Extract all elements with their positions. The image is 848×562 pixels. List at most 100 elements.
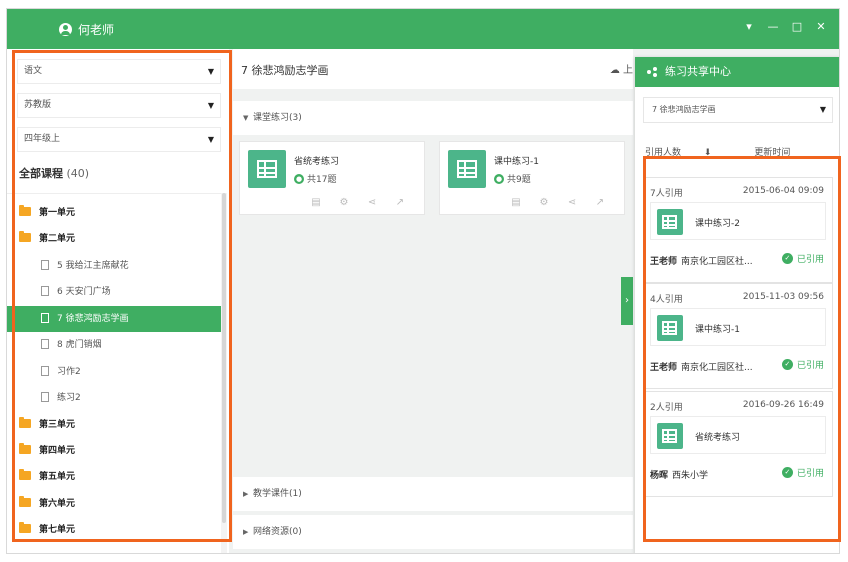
tree-unit[interactable]: 第五单元 <box>7 464 221 490</box>
tree-unit[interactable]: 第一单元 <box>7 200 221 226</box>
table-icon <box>662 215 677 229</box>
cited-status[interactable]: ✓ 已引用 <box>781 358 824 371</box>
tree-unit[interactable]: 第七单元 <box>7 517 221 543</box>
all-courses-header[interactable]: 全部课程 (40) <box>19 165 89 181</box>
exercise-card[interactable]: 省统考练习 ● 共17题 ▤ ⚙ ⋖ ↗ <box>239 141 425 215</box>
cited-status[interactable]: ✓ 已引用 <box>781 252 824 265</box>
publisher-select[interactable]: 苏教版 ▼ <box>17 93 221 118</box>
tree-lesson[interactable]: 6 天安门广场 <box>7 279 221 305</box>
document-icon <box>41 312 49 323</box>
tree-lesson-selected[interactable]: 7 徐悲鸿励志学画 <box>7 306 221 332</box>
sort-down-icon: ⬇ <box>703 148 712 158</box>
tree-lesson[interactable]: 8 虎门销烟 <box>7 332 221 358</box>
tree-item-label: 6 天安门广场 <box>57 287 111 297</box>
sort-bar: 引用人数 ⬇ 更新时间 <box>645 145 810 158</box>
section-courseware[interactable]: ▶ 教学课件(1) <box>233 477 633 511</box>
collapse-panel-tab[interactable]: › <box>621 277 633 325</box>
check-circle-icon: ✓ <box>781 359 793 370</box>
tree-lesson[interactable]: 5 我给江主席献花 <box>7 253 221 279</box>
document-icon <box>41 259 49 270</box>
page-title: 7 徐悲鸿励志学画 <box>241 64 329 77</box>
all-courses-label: 全部课程 <box>19 167 63 180</box>
export-icon[interactable]: ↗ <box>586 197 614 208</box>
check-circle-icon: ✓ <box>781 253 793 264</box>
lesson-header: 7 徐悲鸿励志学画 ☁ 上 <box>233 49 633 89</box>
cited-status-label: 已引用 <box>796 255 824 265</box>
shared-exercise-card[interactable]: 2人引用 2016-09-26 16:49 省统考练习 杨晖 西朱小学 ✓ 已引用 <box>643 391 833 497</box>
dropdown-menu-button[interactable]: ▾ <box>737 17 761 37</box>
maximize-button[interactable]: □ <box>785 17 809 37</box>
shared-exercise-item[interactable]: 省统考练习 <box>650 416 826 454</box>
subject-select[interactable]: 语文 ▼ <box>17 59 221 84</box>
card-actions: ▤ ⚙ ⋖ ↗ <box>502 197 614 208</box>
question-count-icon: ● <box>294 173 304 184</box>
scrollbar-thumb[interactable] <box>222 193 226 523</box>
tree-item-label: 7 徐悲鸿励志学画 <box>57 314 129 324</box>
settings-icon[interactable]: ⚙ <box>530 197 558 208</box>
cited-status[interactable]: ✓ 已引用 <box>781 466 824 479</box>
tree-item-label: 第五单元 <box>39 472 76 482</box>
tree-lesson[interactable]: 练习2 <box>7 385 221 411</box>
folder-icon <box>19 522 31 533</box>
shared-exercise-item[interactable]: 课中练习-1 <box>650 308 826 346</box>
export-icon[interactable]: ↗ <box>386 197 414 208</box>
section-classroom-exercises[interactable]: ▼ 课堂练习(3) <box>233 101 633 135</box>
document-icon <box>41 338 49 349</box>
document-icon <box>41 365 49 376</box>
tree-unit[interactable]: 第四单元 <box>7 438 221 464</box>
grade-select[interactable]: 四年级上 ▼ <box>17 127 221 152</box>
document-icon <box>41 285 49 296</box>
caret-down-icon: ▼ <box>207 101 214 110</box>
share-center-header: 练习共享中心 <box>635 57 839 87</box>
share-center-panel: 练习共享中心 7 徐悲鸿励志学画 ▼ 引用人数 ⬇ 更新时间 7人引用 2015… <box>635 57 839 553</box>
shared-exercise-item[interactable]: 课中练习-2 <box>650 202 826 240</box>
tree-item-label: 第二单元 <box>39 234 76 244</box>
user-menu[interactable]: 何老师 <box>59 21 114 38</box>
tree-scrollbar[interactable] <box>221 193 227 553</box>
update-time: 2015-06-04 09:09 <box>742 186 824 196</box>
lesson-filter-select[interactable]: 7 徐悲鸿励志学画 ▼ <box>643 97 833 123</box>
preview-icon[interactable]: ▤ <box>502 197 530 208</box>
upload-label: 上 <box>623 65 633 76</box>
sort-by-cites[interactable]: 引用人数 ⬇ <box>645 148 731 158</box>
folder-icon <box>19 417 31 428</box>
table-icon <box>662 321 677 335</box>
table-icon <box>257 160 277 178</box>
user-name: 何老师 <box>78 23 115 37</box>
school-name: 南京化工园区社... <box>681 363 753 373</box>
document-icon <box>41 391 49 402</box>
teacher-info: 王老师 南京化工园区社... <box>650 360 753 373</box>
share-icon[interactable]: ⋖ <box>558 197 586 208</box>
sort-by-time[interactable]: 更新时间 <box>754 148 790 158</box>
close-button[interactable]: ✕ <box>809 17 833 37</box>
chevron-right-icon: ▶ <box>243 490 249 498</box>
caret-down-icon: ▼ <box>207 67 214 76</box>
tree-lesson[interactable]: 习作2 <box>7 359 221 385</box>
section-label: 教学课件(1) <box>253 489 302 499</box>
shared-exercise-card[interactable]: 7人引用 2015-06-04 09:09 课中练习-2 王老师 南京化工园区社.… <box>643 177 833 283</box>
folder-icon <box>19 443 31 454</box>
cloud-upload-icon: ☁ <box>609 65 620 76</box>
window-controls: ▾ — □ ✕ <box>737 17 833 37</box>
tree-unit[interactable]: 第二单元 <box>7 226 221 252</box>
exercise-card[interactable]: 课中练习-1 ● 共9题 ▤ ⚙ ⋖ ↗ <box>439 141 625 215</box>
shared-exercise-name: 省统考练习 <box>695 433 741 443</box>
question-count-icon: ● <box>494 173 504 184</box>
school-name: 南京化工园区社... <box>681 257 753 267</box>
settings-icon[interactable]: ⚙ <box>330 197 358 208</box>
cited-status-label: 已引用 <box>796 469 824 479</box>
minimize-button[interactable]: — <box>761 17 785 37</box>
preview-icon[interactable]: ▤ <box>302 197 330 208</box>
school-name: 西朱小学 <box>672 471 709 481</box>
folder-icon <box>19 469 31 480</box>
tree-item-label: 第一单元 <box>39 208 76 218</box>
section-label: 网络资源(0) <box>253 527 302 537</box>
shared-exercise-card[interactable]: 4人引用 2015-11-03 09:56 课中练习-1 王老师 南京化工园区社.… <box>643 283 833 389</box>
folder-icon <box>19 205 31 216</box>
share-icon[interactable]: ⋖ <box>358 197 386 208</box>
tree-unit[interactable]: 第三单元 <box>7 412 221 438</box>
tree-unit[interactable]: 第六单元 <box>7 491 221 517</box>
share-center-title: 练习共享中心 <box>665 65 731 78</box>
section-web-resources[interactable]: ▶ 网络资源(0) <box>233 515 633 549</box>
upload-button[interactable]: ☁ 上 <box>610 61 633 76</box>
